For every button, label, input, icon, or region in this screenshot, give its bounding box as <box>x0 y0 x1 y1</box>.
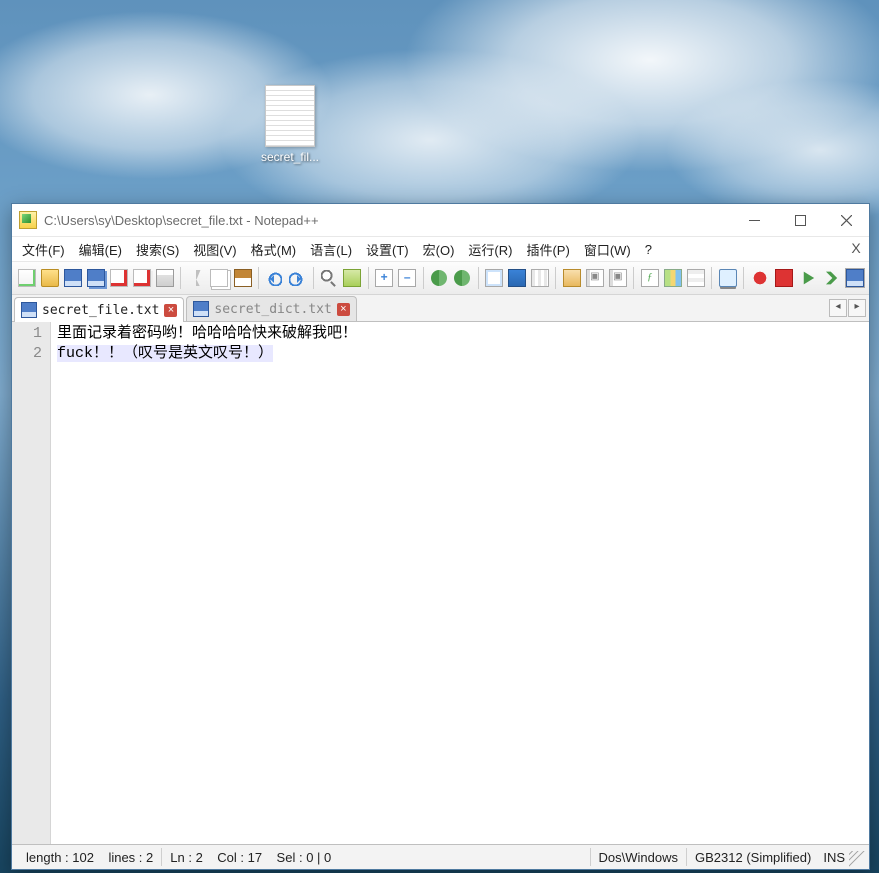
toolbar-separator <box>743 267 744 289</box>
tab-bar: secret_file.txt × secret_dict.txt × ◂ ▸ <box>12 295 869 322</box>
menu-search[interactable]: 搜索(S) <box>129 238 186 261</box>
toolbar <box>12 262 869 295</box>
tb-fold[interactable] <box>584 266 605 290</box>
menu-run[interactable]: 运行(R) <box>461 238 519 261</box>
tb-func-list[interactable] <box>639 266 660 290</box>
tb-unfold[interactable] <box>607 266 628 290</box>
editor-area: 1 2 里面记录着密码哟！哈哈哈哈快来破解我吧！ fuck！！（叹号是英文叹号！… <box>12 322 869 844</box>
tab-label-active: secret_file.txt <box>42 303 159 318</box>
desktop-file-label: secret_fil... <box>247 150 333 164</box>
tab-secret-file[interactable]: secret_file.txt × <box>14 297 184 322</box>
menu-format[interactable]: 格式(M) <box>244 238 304 261</box>
status-position: Ln : 2 Col : 17 Sel : 0 | 0 <box>162 850 339 865</box>
toolbar-separator <box>258 267 259 289</box>
tb-print[interactable] <box>154 266 175 290</box>
tb-macro-play[interactable] <box>798 266 819 290</box>
tb-replace[interactable] <box>342 266 363 290</box>
status-length: length : 102 lines : 2 <box>18 850 161 865</box>
tb-new[interactable] <box>16 266 37 290</box>
tb-sync-h[interactable] <box>452 266 473 290</box>
toolbar-separator <box>313 267 314 289</box>
tab-close-icon[interactable]: × <box>337 303 350 316</box>
tb-udl[interactable] <box>561 266 582 290</box>
tb-zoom-in[interactable] <box>374 266 395 290</box>
tb-close-all[interactable] <box>131 266 152 290</box>
tb-find[interactable] <box>319 266 340 290</box>
desktop-file-icon[interactable]: secret_fil... <box>247 85 333 164</box>
menubar: 文件(F) 编辑(E) 搜索(S) 视图(V) 格式(M) 语言(L) 设置(T… <box>12 237 869 262</box>
menu-edit[interactable]: 编辑(E) <box>72 238 129 261</box>
menu-help[interactable]: ? <box>638 240 659 259</box>
tab-scroll-left[interactable]: ◂ <box>829 299 847 317</box>
tb-cut[interactable] <box>186 266 207 290</box>
status-encoding[interactable]: GB2312 (Simplified) <box>687 850 819 865</box>
tb-sync-v[interactable] <box>429 266 450 290</box>
menu-plugins[interactable]: 插件(P) <box>519 238 576 261</box>
toolbar-separator <box>478 267 479 289</box>
menu-settings[interactable]: 设置(T) <box>359 238 416 261</box>
tb-doc-map[interactable] <box>662 266 683 290</box>
status-bar: length : 102 lines : 2 Ln : 2 Col : 17 S… <box>12 844 869 869</box>
status-ins-mode[interactable]: INS <box>819 850 849 865</box>
tb-macro-stop[interactable] <box>772 266 796 290</box>
line-number: 2 <box>12 344 50 364</box>
tb-macro-multi[interactable] <box>821 266 842 290</box>
toolbar-separator <box>555 267 556 289</box>
titlebar[interactable]: C:\Users\sy\Desktop\secret_file.txt - No… <box>12 204 869 237</box>
menu-macro[interactable]: 宏(O) <box>416 238 462 261</box>
tb-wordwrap[interactable] <box>483 266 504 290</box>
tb-monitor[interactable] <box>717 266 738 290</box>
text-file-icon <box>265 85 315 147</box>
line-number-gutter: 1 2 <box>12 322 51 844</box>
line-number: 1 <box>12 324 50 344</box>
menu-close-x[interactable]: X <box>847 240 865 258</box>
tab-close-icon[interactable]: × <box>164 304 177 317</box>
tb-macro-record[interactable] <box>749 266 770 290</box>
minimize-button[interactable] <box>731 204 777 236</box>
tb-doc-list[interactable] <box>685 266 706 290</box>
tab-label-inactive: secret_dict.txt <box>214 302 331 317</box>
notepadpp-icon <box>19 211 37 229</box>
tb-undo[interactable] <box>264 266 285 290</box>
toolbar-separator <box>180 267 181 289</box>
tb-open[interactable] <box>39 266 60 290</box>
tab-secret-dict[interactable]: secret_dict.txt × <box>186 296 356 321</box>
tb-zoom-out[interactable] <box>397 266 418 290</box>
window-title: C:\Users\sy\Desktop\secret_file.txt - No… <box>44 213 731 228</box>
tb-copy[interactable] <box>209 266 230 290</box>
status-eol[interactable]: Dos\Windows <box>591 850 686 865</box>
menu-view[interactable]: 视图(V) <box>186 238 243 261</box>
menu-window[interactable]: 窗口(W) <box>577 238 638 261</box>
tb-redo[interactable] <box>287 266 308 290</box>
maximize-button[interactable] <box>777 204 823 236</box>
tb-close[interactable] <box>108 266 129 290</box>
tb-all-chars[interactable] <box>506 266 527 290</box>
tb-macro-save[interactable] <box>844 266 865 290</box>
menu-file[interactable]: 文件(F) <box>15 238 72 261</box>
toolbar-separator <box>633 267 634 289</box>
tb-paste[interactable] <box>232 266 253 290</box>
tab-scroll-right[interactable]: ▸ <box>848 299 866 317</box>
resize-grip[interactable] <box>849 851 865 867</box>
tb-save-all[interactable] <box>85 266 106 290</box>
toolbar-separator <box>711 267 712 289</box>
toolbar-separator <box>368 267 369 289</box>
editor-line-1: 里面记录着密码哟！哈哈哈哈快来破解我吧！ <box>57 325 357 342</box>
save-icon <box>21 302 37 318</box>
toolbar-separator <box>423 267 424 289</box>
text-editor[interactable]: 里面记录着密码哟！哈哈哈哈快来破解我吧！ fuck！！（叹号是英文叹号！） <box>51 322 869 844</box>
tb-save[interactable] <box>62 266 83 290</box>
menu-language[interactable]: 语言(L) <box>303 238 359 261</box>
editor-line-2: fuck！！（叹号是英文叹号！） <box>57 345 273 362</box>
tb-indent-guide[interactable] <box>529 266 550 290</box>
notepadpp-window: C:\Users\sy\Desktop\secret_file.txt - No… <box>11 203 870 870</box>
save-icon <box>193 301 209 317</box>
close-button[interactable] <box>823 204 869 236</box>
